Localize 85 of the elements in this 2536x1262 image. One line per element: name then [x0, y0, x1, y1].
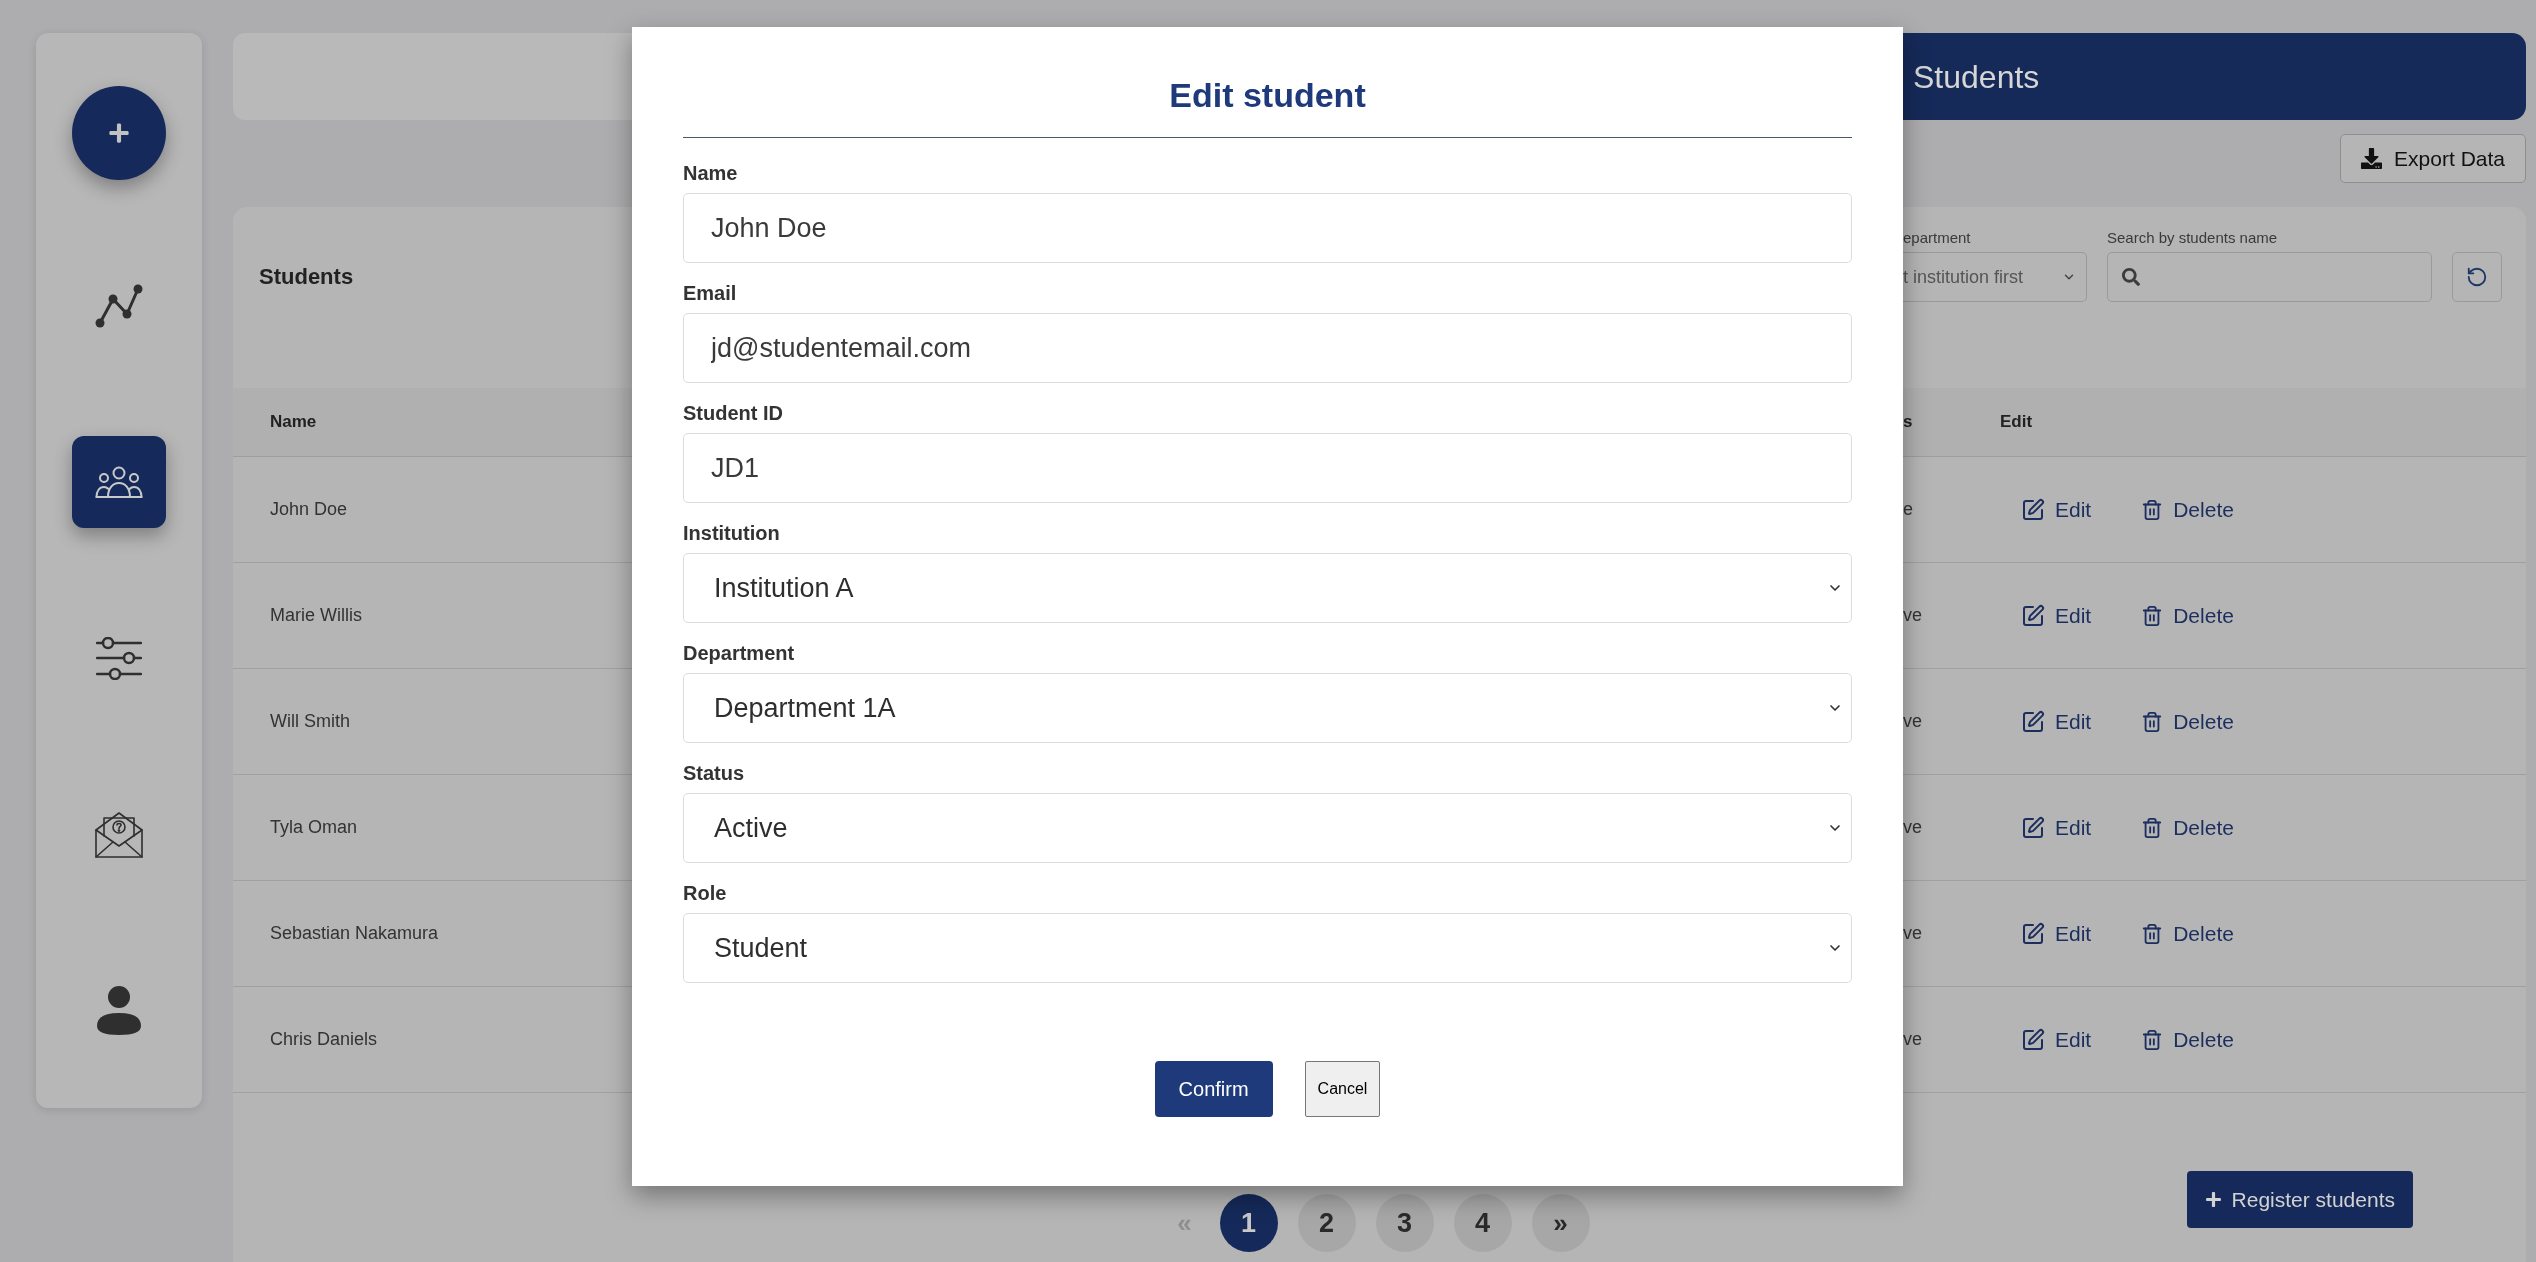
- table-cell: Sebastian Nakamura: [270, 923, 439, 943]
- field-label: Department: [683, 641, 795, 666]
- delete-button[interactable]: Delete: [2141, 493, 2234, 526]
- page-button[interactable]: 1: [1219, 1194, 1278, 1252]
- filter-label: epartment: [1903, 228, 1971, 248]
- field-label: Student ID: [683, 401, 783, 426]
- add-button[interactable]: [72, 86, 166, 180]
- edit-button[interactable]: Edit: [2021, 811, 2092, 844]
- edit-button[interactable]: Edit: [2021, 917, 2092, 950]
- user-icon: [97, 985, 141, 1035]
- export-button[interactable]: Export Data: [2340, 134, 2526, 183]
- select-field[interactable]: Active: [683, 793, 1852, 863]
- table-cell: ve: [1903, 923, 1922, 943]
- page-button[interactable]: 2: [1297, 1194, 1356, 1252]
- cancel-button[interactable]: Cancel: [1304, 1061, 1381, 1117]
- pen-square-icon: [2021, 709, 2045, 734]
- select-field[interactable]: Institution A: [683, 553, 1852, 623]
- table-cell: ve: [1903, 605, 1922, 625]
- card-title: Students: [259, 264, 354, 289]
- pen-square-icon: [2021, 815, 2045, 840]
- column-header: s: [1903, 412, 1913, 432]
- trash-icon: [2141, 498, 2164, 521]
- table-cell: Tyla Oman: [270, 817, 358, 837]
- search-icon: [2122, 268, 2140, 286]
- edit-button[interactable]: Edit: [2021, 1023, 2092, 1056]
- dialog-title: Edit student: [1169, 75, 1366, 116]
- field-label: Role: [683, 881, 727, 906]
- page-title: Students: [1913, 57, 2040, 97]
- table-cell: John Doe: [270, 499, 348, 519]
- delete-button[interactable]: Delete: [2141, 1023, 2234, 1056]
- select-field[interactable]: Student: [683, 913, 1852, 983]
- table-cell: Chris Daniels: [270, 1029, 378, 1049]
- filter-label: Search by students name: [2107, 228, 2278, 248]
- refresh-button[interactable]: [2452, 252, 2502, 302]
- nav-button[interactable]: [96, 636, 142, 680]
- input-field[interactable]: John Doe: [683, 193, 1852, 263]
- input-field[interactable]: jd@studentemail.com: [683, 313, 1852, 383]
- page-button[interactable]: 3: [1375, 1194, 1434, 1252]
- nav-button[interactable]: [95, 284, 143, 328]
- table-cell: ve: [1903, 711, 1922, 731]
- delete-button[interactable]: Delete: [2141, 811, 2234, 844]
- edit-button[interactable]: Edit: [2021, 705, 2092, 738]
- trash-icon: [2141, 1028, 2164, 1051]
- nav-button[interactable]: [97, 985, 141, 1035]
- edit-button[interactable]: Edit: [2021, 493, 2092, 526]
- sliders-icon: [96, 636, 142, 680]
- table-cell: e: [1903, 499, 1913, 519]
- table-cell: ve: [1903, 1029, 1922, 1049]
- table-cell: Will Smith: [270, 711, 350, 731]
- column-header: Edit: [2000, 412, 2033, 432]
- table-cell: Marie Willis: [270, 605, 362, 625]
- next-page-button[interactable]: »: [1531, 1194, 1590, 1252]
- column-header: Name: [270, 412, 317, 432]
- nav-button[interactable]: [72, 436, 166, 528]
- users-icon: [95, 466, 143, 498]
- nav-button[interactable]: [94, 809, 144, 859]
- delete-button[interactable]: Delete: [2141, 917, 2234, 950]
- delete-button[interactable]: Delete: [2141, 599, 2234, 632]
- select-field[interactable]: Department 1A: [683, 673, 1852, 743]
- field-label: Name: [683, 161, 738, 186]
- refresh-icon: [2466, 266, 2488, 288]
- field-label: Institution: [683, 521, 780, 546]
- delete-button[interactable]: Delete: [2141, 705, 2234, 738]
- line-chart-icon: [95, 284, 143, 328]
- confirm-button[interactable]: Confirm: [1154, 1061, 1273, 1117]
- field-label: Status: [683, 761, 745, 786]
- table-cell: ve: [1903, 817, 1922, 837]
- search-field[interactable]: [2107, 252, 2432, 302]
- trash-icon: [2141, 710, 2164, 733]
- pen-square-icon: [2021, 603, 2045, 628]
- plus-icon: [108, 122, 130, 144]
- pen-square-icon: [2021, 497, 2045, 522]
- envelope-question-icon: [94, 809, 144, 859]
- plus-icon: [2204, 1191, 2222, 1208]
- register-button[interactable]: Register students: [2186, 1171, 2413, 1228]
- input-field[interactable]: JD1: [683, 433, 1852, 503]
- download-icon: [2361, 148, 2383, 169]
- trash-icon: [2141, 816, 2164, 839]
- trash-icon: [2141, 604, 2164, 627]
- field-label: Email: [683, 281, 737, 306]
- pen-square-icon: [2021, 921, 2045, 946]
- edit-button[interactable]: Edit: [2021, 599, 2092, 632]
- page-button[interactable]: 4: [1453, 1194, 1512, 1252]
- trash-icon: [2141, 922, 2164, 945]
- pen-square-icon: [2021, 1027, 2045, 1052]
